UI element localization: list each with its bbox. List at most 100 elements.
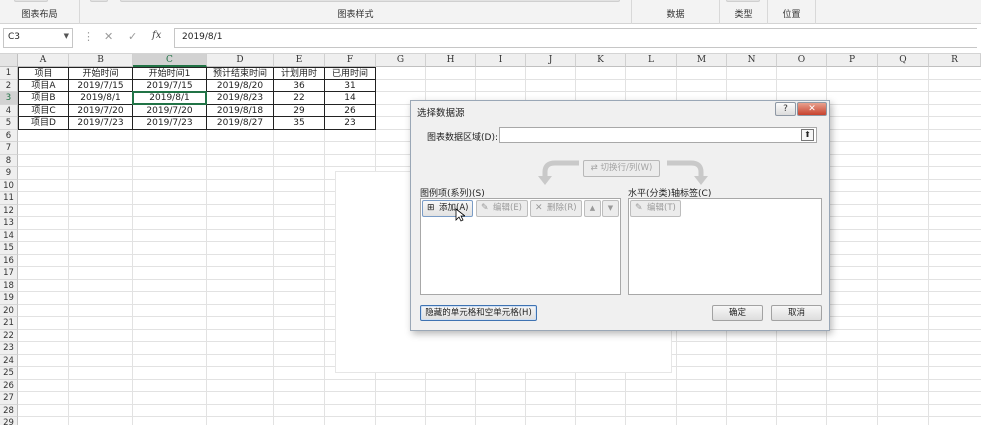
table-cell[interactable]: 23 [325,117,376,130]
table-cell[interactable]: 2019/8/1 [133,92,207,105]
table-cell[interactable]: 29 [274,104,325,117]
function-icon[interactable]: fx [152,30,161,41]
row-header-6[interactable]: 6 [0,129,18,142]
row-header-19[interactable]: 19 [0,292,18,305]
help-button[interactable]: ? [775,102,796,116]
cancel-icon[interactable]: ✕ [104,30,113,43]
row-header-21[interactable]: 21 [0,317,18,330]
close-button[interactable]: ✕ [797,102,827,116]
delete-series-button[interactable]: ✕ 删除(R) [530,200,582,217]
row-header-20[interactable]: 20 [0,304,18,317]
column-header-b[interactable]: B [69,54,133,67]
row-header-23[interactable]: 23 [0,342,18,355]
chevron-down-icon[interactable]: ▼ [64,32,69,40]
move-up-button[interactable]: ▲ [584,200,601,217]
column-header-k[interactable]: K [576,54,626,67]
ribbon-group-chart-layouts[interactable]: 图表布局 [0,0,80,24]
row-header-24[interactable]: 24 [0,354,18,367]
row-header-17[interactable]: 17 [0,267,18,280]
table-cell[interactable]: 31 [325,79,376,92]
table-cell[interactable]: 2019/8/27 [207,117,274,130]
row-header-16[interactable]: 16 [0,254,18,267]
table-cell[interactable]: 项目B [18,92,69,105]
table-header-cell[interactable]: 已用时间 [325,67,376,80]
enter-icon[interactable]: ✓ [128,30,137,43]
table-cell[interactable]: 26 [325,104,376,117]
select-all-corner[interactable] [0,54,18,67]
row-header-22[interactable]: 22 [0,329,18,342]
row-header-3[interactable]: 3 [0,92,18,105]
row-header-4[interactable]: 4 [0,104,18,117]
ribbon-group-chart-styles[interactable]: 图表样式 [80,0,632,24]
row-header-10[interactable]: 10 [0,179,18,192]
table-cell[interactable]: 项目C [18,104,69,117]
column-header-e[interactable]: E [274,54,325,67]
edit-series-button[interactable]: ✎ 编辑(E) [476,200,528,217]
table-cell[interactable]: 2019/7/15 [69,79,133,92]
table-cell[interactable]: 2019/7/23 [133,117,207,130]
ribbon-group-type[interactable]: 类型 [720,0,768,24]
column-header-i[interactable]: I [476,54,526,67]
row-header-28[interactable]: 28 [0,404,18,417]
add-series-button[interactable]: ⊞ 添加(A) [422,200,473,217]
formula-input[interactable]: 2019/8/1 [174,28,977,48]
table-cell[interactable]: 22 [274,92,325,105]
table-cell[interactable]: 项目A [18,79,69,92]
table-header-cell[interactable]: 开始时间1 [133,67,207,80]
collapse-dialog-icon[interactable]: ⬆ [801,129,814,141]
ok-button[interactable]: 确定 [712,305,763,321]
table-cell[interactable]: 2019/7/20 [133,104,207,117]
column-header-d[interactable]: D [207,54,274,67]
column-header-c[interactable]: C [133,54,207,67]
column-header-r[interactable]: R [929,54,981,67]
ribbon-group-data[interactable]: 数据 [632,0,720,24]
row-header-13[interactable]: 13 [0,217,18,230]
table-cell[interactable]: 2019/8/20 [207,79,274,92]
table-cell[interactable]: 2019/7/15 [133,79,207,92]
cancel-button[interactable]: 取消 [771,305,822,321]
row-header-25[interactable]: 25 [0,367,18,380]
chart-range-input[interactable]: ⬆ [499,127,817,143]
column-header-g[interactable]: G [376,54,426,67]
table-header-cell[interactable]: 开始时间 [69,67,133,80]
column-header-q[interactable]: Q [878,54,929,67]
column-header-l[interactable]: L [626,54,677,67]
row-header-15[interactable]: 15 [0,242,18,255]
table-cell[interactable]: 35 [274,117,325,130]
table-cell[interactable]: 2019/8/1 [69,92,133,105]
column-header-j[interactable]: J [526,54,576,67]
column-header-h[interactable]: H [426,54,476,67]
hidden-empty-cells-button[interactable]: 隐藏的单元格和空单元格(H) [420,305,537,321]
row-header-7[interactable]: 7 [0,142,18,155]
table-cell[interactable]: 项目D [18,117,69,130]
table-cell[interactable]: 36 [274,79,325,92]
row-header-2[interactable]: 2 [0,79,18,92]
row-header-14[interactable]: 14 [0,229,18,242]
row-header-26[interactable]: 26 [0,379,18,392]
table-cell[interactable]: 2019/7/23 [69,117,133,130]
column-header-m[interactable]: M [677,54,727,67]
edit-axis-labels-button[interactable]: ✎ 编辑(T) [630,200,681,217]
move-down-button[interactable]: ▼ [602,200,619,217]
row-header-27[interactable]: 27 [0,392,18,405]
row-header-11[interactable]: 11 [0,192,18,205]
row-header-12[interactable]: 12 [0,204,18,217]
column-header-p[interactable]: P [827,54,878,67]
table-header-cell[interactable]: 计划用时 [274,67,325,80]
ribbon-group-location[interactable]: 位置 [768,0,816,24]
row-header-9[interactable]: 9 [0,167,18,180]
column-header-a[interactable]: A [18,54,69,67]
table-cell[interactable]: 2019/7/20 [69,104,133,117]
column-header-o[interactable]: O [777,54,827,67]
table-cell[interactable]: 2019/8/23 [207,92,274,105]
table-header-cell[interactable]: 预计结束时间 [207,67,274,80]
row-header-18[interactable]: 18 [0,279,18,292]
row-header-29[interactable]: 29 [0,417,18,425]
name-box[interactable]: C3 ▼ [3,28,73,48]
row-header-1[interactable]: 1 [0,67,18,80]
switch-row-column-button[interactable]: ⇄ 切换行/列(W) [583,160,660,177]
more-options-icon[interactable]: ⋮ [83,30,94,43]
row-header-8[interactable]: 8 [0,154,18,167]
table-header-cell[interactable]: 项目 [18,67,69,80]
row-header-5[interactable]: 5 [0,117,18,130]
